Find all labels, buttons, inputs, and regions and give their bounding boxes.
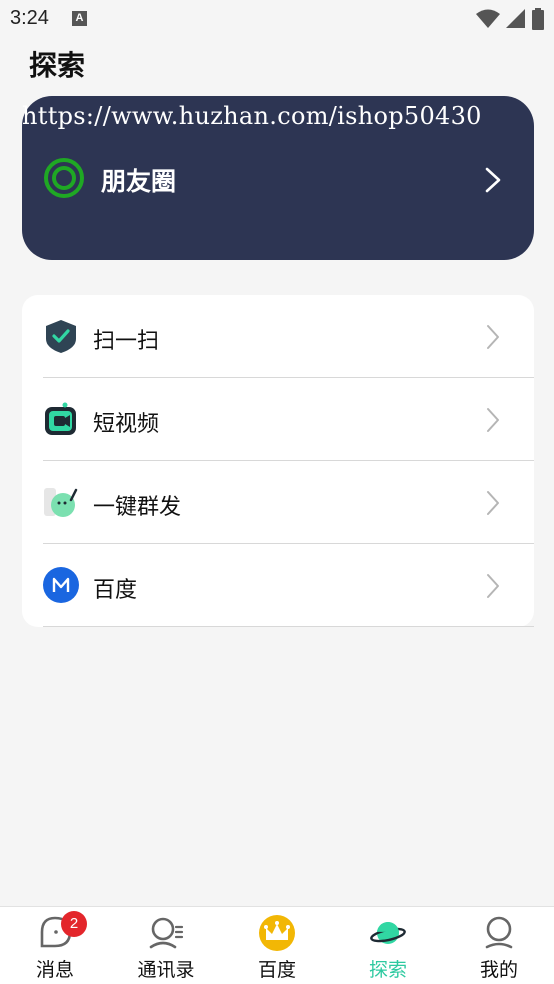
divider [43,626,534,627]
watermark-url: https://www.huzhan.com/ishop50430 [22,102,482,130]
menu-item-baidu[interactable]: 百度 [22,544,534,627]
tab-label: 消息 [35,959,74,981]
signal-icon [506,9,525,28]
notification-a-icon: A [72,11,87,26]
tab-label: 通讯录 [137,959,195,981]
chevron-right-icon [487,574,499,598]
short-video-icon [45,402,76,435]
baidu-m-icon [43,567,79,603]
status-time: 3:24 [10,7,49,29]
wifi-icon [476,9,500,28]
chevron-right-icon [485,167,501,193]
menu-item-label: 百度 [93,578,138,603]
chevron-right-icon [487,491,499,515]
planet-icon [370,922,406,944]
chevron-right-icon [487,408,499,432]
tab-explore[interactable]: 探索 [333,907,443,984]
chevron-right-icon [487,325,499,349]
tab-baidu[interactable]: 百度 [222,907,332,984]
battery-icon [532,8,544,30]
tab-label: 我的 [479,959,518,981]
menu-item-short-video[interactable]: 短视频 [22,378,534,461]
menu-card: 扫一扫 短视频 一键群发 百度 [22,295,534,627]
status-indicators [476,8,544,30]
tab-label: 探索 [368,959,407,981]
contacts-icon [149,917,184,949]
menu-item-mass-send[interactable]: 一键群发 [22,461,534,544]
moments-label: 朋友圈 [101,167,177,196]
status-bar: 3:24 A [0,0,554,38]
unread-badge: 2 [61,911,87,937]
crown-icon [259,915,295,951]
moments-ring-icon [44,158,84,198]
bottom-tab-bar: 2 消息 通讯录 百度 探索 我的 [0,906,554,984]
mass-send-icon [44,488,78,517]
page-title: 探索 [29,49,86,82]
profile-icon [485,916,513,949]
tab-messages[interactable]: 2 消息 [0,907,110,984]
tab-profile[interactable]: 我的 [444,907,554,984]
menu-item-label: 扫一扫 [93,329,160,354]
tab-label: 百度 [257,959,296,981]
menu-item-label: 短视频 [93,412,160,437]
tab-contacts[interactable]: 通讯录 [111,907,221,984]
scan-shield-icon [46,320,76,353]
menu-item-label: 一键群发 [93,495,182,520]
menu-item-scan[interactable]: 扫一扫 [22,295,534,378]
